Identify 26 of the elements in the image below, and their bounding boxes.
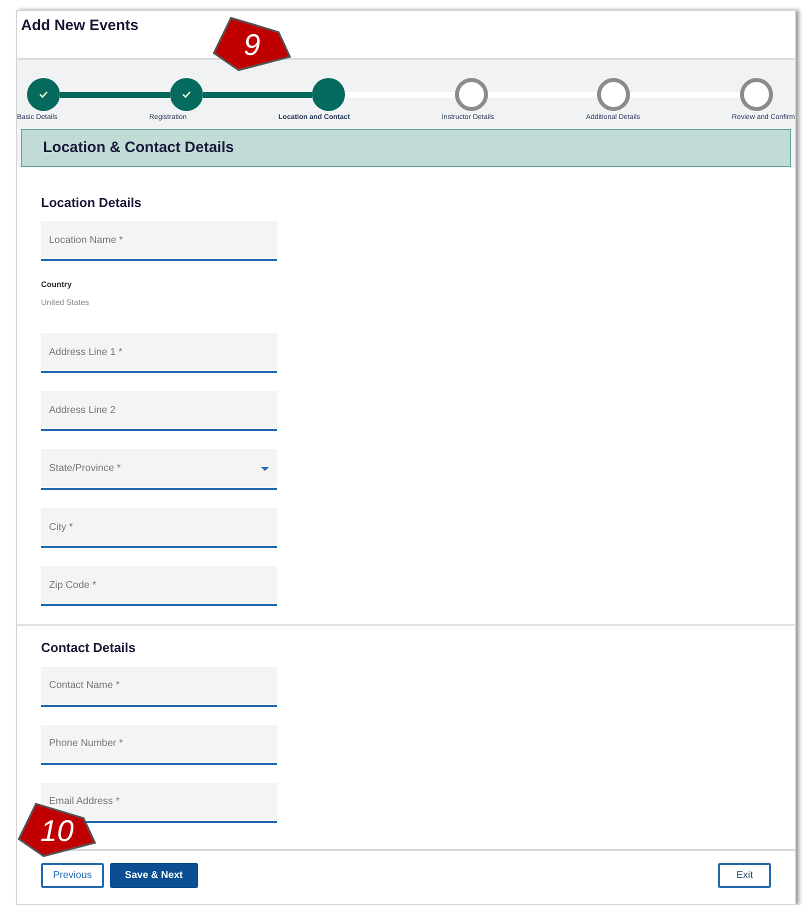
step-circle[interactable] [740, 78, 773, 111]
input-field[interactable]: Address Line 2 [41, 391, 277, 431]
input-field[interactable]: Address Line 1 * [41, 333, 277, 373]
input-field[interactable]: Location Name * [41, 221, 277, 261]
input-field[interactable]: Phone Number * [41, 724, 277, 764]
exit-button[interactable]: Exit [718, 863, 771, 888]
check-icon [39, 91, 48, 98]
step-complete-circle[interactable] [170, 78, 203, 111]
step-current-circle[interactable] [312, 78, 346, 111]
input-field[interactable]: Zip Code * [41, 566, 277, 606]
save-next-button[interactable]: Save & Next [110, 863, 198, 888]
input-field[interactable]: City * [41, 508, 277, 548]
section-heading: Location Details [41, 194, 142, 212]
section-heading: Contact Details [41, 639, 137, 657]
field-label: Country [41, 279, 73, 291]
previous-button[interactable]: Previous [41, 863, 104, 888]
field-value: United States [41, 297, 90, 309]
check-icon [182, 91, 191, 98]
section-title: Location & Contact Details [43, 138, 234, 156]
page-title: Add New Events [21, 17, 140, 35]
step-complete-circle[interactable] [27, 78, 60, 111]
step-circle[interactable] [597, 78, 630, 111]
caret-down-icon [261, 466, 269, 470]
step-circle[interactable] [454, 78, 488, 111]
input-field[interactable]: Contact Name * [41, 666, 277, 706]
dropdown-field[interactable]: State/Province * [41, 449, 277, 490]
